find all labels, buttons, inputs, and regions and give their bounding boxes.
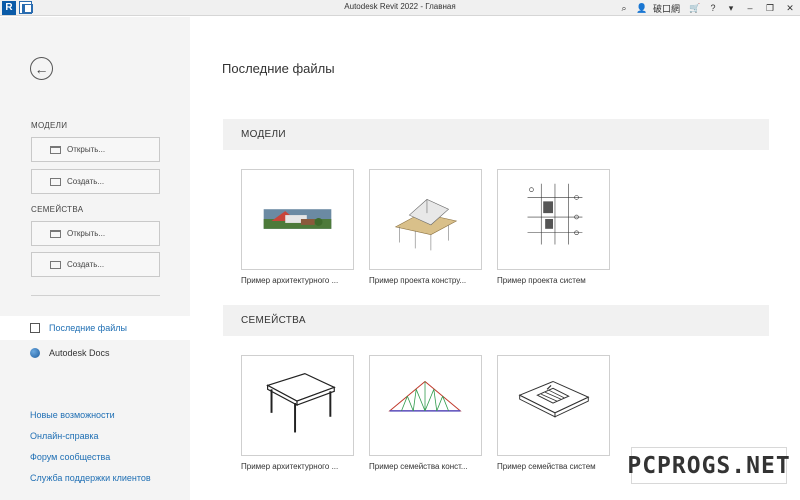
watermark: PCPROGS.NET: [627, 447, 790, 484]
minimize-button[interactable]: ‒: [740, 0, 760, 16]
family-card-systems[interactable]: [497, 355, 610, 456]
families-open-label: Открыть...: [67, 229, 106, 238]
sidebar-item-recent-files[interactable]: Последние файлы: [0, 316, 190, 340]
close-button[interactable]: ✕: [780, 0, 800, 16]
models-create-label: Создать...: [67, 177, 105, 186]
recent-files-icon: [30, 323, 40, 333]
restore-button[interactable]: ❐: [760, 0, 780, 16]
truss-family-thumbnail: [388, 380, 462, 412]
link-community-forum[interactable]: Форум сообщества: [30, 452, 110, 462]
model-card-label: Пример проекта систем: [497, 276, 586, 285]
folder-icon: [50, 177, 61, 186]
systems-model-thumbnail: [527, 183, 583, 245]
sidebar-item-label: Последние файлы: [49, 323, 127, 333]
models-heading: МОДЕЛИ: [31, 121, 68, 130]
family-card-label: Пример семейства конст...: [369, 462, 468, 471]
family-card-label: Пример архитектурного ...: [241, 462, 339, 471]
model-card-architectural[interactable]: [241, 169, 354, 270]
folder-open-icon: [50, 145, 61, 154]
page-title: Последние файлы: [222, 61, 335, 76]
model-card-label: Пример проекта констру...: [369, 276, 467, 285]
architectural-model-thumbnail: [263, 209, 332, 229]
sidebar-item-label: Autodesk Docs: [49, 348, 110, 358]
family-card-structural[interactable]: [369, 355, 482, 456]
families-create-button[interactable]: Создать...: [31, 252, 160, 277]
link-online-help[interactable]: Онлайн-справка: [30, 431, 99, 441]
user-name[interactable]: 破口網: [653, 0, 680, 16]
models-create-button[interactable]: Создать...: [31, 169, 160, 194]
families-open-button[interactable]: Открыть...: [31, 221, 160, 246]
families-section-header: СЕМЕЙСТВА: [223, 305, 769, 336]
families-heading: СЕМЕЙСТВА: [31, 205, 84, 214]
user-icon[interactable]: 👤: [636, 0, 648, 16]
diffuser-family-thumbnail: [518, 380, 590, 418]
model-card-structural[interactable]: [369, 169, 482, 270]
cart-icon[interactable]: 🛒: [689, 0, 701, 16]
model-card-label: Пример архитектурного ...: [241, 276, 339, 285]
folder-icon: [50, 260, 61, 269]
title-bar-controls: ⌕ 👤 破口網 🛒 ? ▾ ‒ ❐ ✕: [615, 0, 800, 16]
link-customer-support[interactable]: Служба поддержки клиентов: [30, 473, 151, 483]
help-icon[interactable]: ?: [707, 0, 719, 16]
sidebar-divider: [31, 295, 160, 296]
globe-icon: [30, 348, 40, 358]
left-pane: ← МОДЕЛИ Открыть... Создать... СЕМЕЙСТВА…: [0, 17, 190, 500]
link-whats-new[interactable]: Новые возможности: [30, 410, 115, 420]
help-dropdown-icon[interactable]: ▾: [725, 0, 737, 16]
back-button[interactable]: ←: [30, 57, 53, 80]
models-open-label: Открыть...: [67, 145, 106, 154]
title-bar: R Autodesk Revit 2022 - Главная ⌕ 👤 破口網 …: [0, 0, 800, 16]
family-card-label: Пример семейства систем: [497, 462, 596, 471]
folder-open-icon: [50, 229, 61, 238]
models-section-header: МОДЕЛИ: [223, 119, 769, 150]
table-family-thumbnail: [266, 373, 336, 433]
main-content: Последние файлы МОДЕЛИ Пример архитектур…: [190, 17, 800, 500]
arrow-left-icon: ←: [34, 60, 49, 77]
sidebar-item-autodesk-docs[interactable]: Autodesk Docs: [0, 341, 190, 365]
families-create-label: Создать...: [67, 260, 105, 269]
family-card-architectural[interactable]: [241, 355, 354, 456]
models-open-button[interactable]: Открыть...: [31, 137, 160, 162]
search-icon[interactable]: ⌕: [618, 0, 630, 16]
structural-model-thumbnail: [394, 199, 458, 251]
model-card-systems[interactable]: [497, 169, 610, 270]
